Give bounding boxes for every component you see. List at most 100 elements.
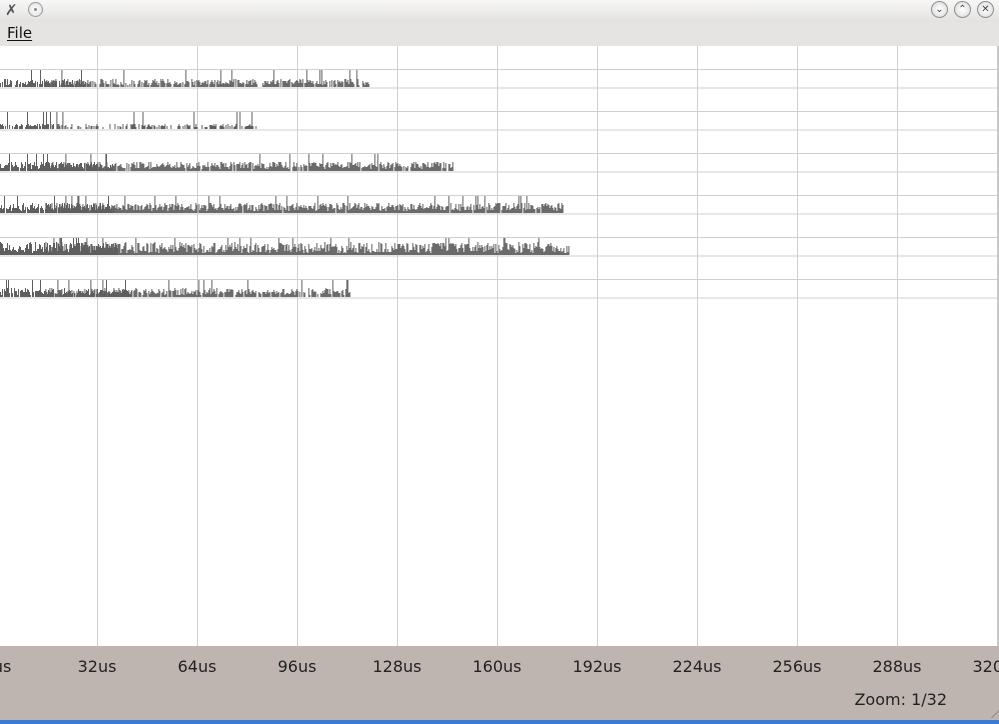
activity-sample xyxy=(536,247,538,255)
activity-sample xyxy=(489,205,491,213)
activity-sample xyxy=(25,248,26,255)
activity-sample xyxy=(427,162,429,171)
activity-sample xyxy=(280,210,282,213)
activity-sample xyxy=(79,85,81,87)
activity-sample xyxy=(351,154,353,171)
maximize-icon[interactable]: ⌃ xyxy=(954,1,971,18)
activity-sample xyxy=(182,82,184,87)
window-titlebar[interactable]: ✗ ⌄ ⌃ ✕ xyxy=(0,0,999,22)
activity-sample xyxy=(304,166,306,171)
activity-lane[interactable] xyxy=(0,238,570,255)
activity-sample xyxy=(106,84,108,87)
activity-sample xyxy=(286,168,288,171)
activity-lane[interactable] xyxy=(0,154,454,171)
activity-sample xyxy=(219,126,221,129)
activity-sample xyxy=(74,293,76,297)
activity-sample xyxy=(28,124,29,129)
close-icon[interactable]: ✕ xyxy=(977,1,994,18)
activity-sample xyxy=(366,243,368,255)
activity-sample xyxy=(310,81,312,87)
activity-sample xyxy=(153,167,155,171)
activity-sample xyxy=(558,203,560,213)
activity-sample xyxy=(327,244,329,255)
activity-sample xyxy=(420,206,422,213)
activity-sample xyxy=(483,252,485,255)
activity-sample xyxy=(213,243,215,255)
activity-sample xyxy=(180,162,182,171)
activity-sample xyxy=(536,208,538,213)
activity-sample xyxy=(252,205,254,213)
activity-sample xyxy=(215,124,217,129)
activity-lane[interactable] xyxy=(0,196,564,213)
activity-sample xyxy=(48,165,50,171)
activity-sample xyxy=(19,126,20,129)
activity-sample xyxy=(32,253,33,255)
activity-sample xyxy=(422,204,424,213)
activity-sample xyxy=(234,211,236,213)
activity-sample xyxy=(45,289,47,297)
activity-sample xyxy=(533,243,535,255)
activity-sample xyxy=(249,81,251,87)
activity-sample xyxy=(452,243,454,255)
activity-sample xyxy=(206,211,208,213)
activity-sample xyxy=(495,244,497,255)
activity-sample xyxy=(78,126,80,129)
activity-sample xyxy=(331,166,333,171)
activity-sample xyxy=(199,243,201,255)
activity-sample xyxy=(14,208,15,213)
activity-sample xyxy=(287,81,289,87)
menu-file[interactable]: File xyxy=(7,24,32,42)
activity-sample xyxy=(428,244,430,255)
activity-sample xyxy=(336,247,338,255)
timeline-canvas[interactable] xyxy=(0,46,997,646)
activity-sample xyxy=(316,243,318,255)
timeline-plot[interactable] xyxy=(0,46,999,646)
tools-icon[interactable]: ✗ xyxy=(5,2,21,18)
activity-sample xyxy=(42,124,43,129)
activity-sample xyxy=(333,208,335,213)
activity-sample xyxy=(230,204,232,213)
activity-sample xyxy=(460,204,462,213)
activity-sample xyxy=(166,250,168,255)
activity-sample xyxy=(20,247,21,255)
activity-sample xyxy=(34,125,35,129)
activity-sample xyxy=(161,125,163,129)
activity-sample xyxy=(315,83,317,87)
activity-sample xyxy=(28,164,29,171)
activity-lane[interactable] xyxy=(0,112,257,129)
activity-sample xyxy=(107,167,109,171)
activity-sample xyxy=(516,206,518,213)
activity-sample xyxy=(444,246,446,255)
activity-sample xyxy=(29,82,30,87)
activity-sample xyxy=(256,166,258,171)
activity-sample xyxy=(16,165,17,171)
activity-sample xyxy=(167,211,169,213)
activity-sample xyxy=(545,247,547,255)
activity-sample xyxy=(206,127,208,129)
pin-icon[interactable] xyxy=(28,2,43,17)
activity-sample xyxy=(404,249,406,255)
activity-sample xyxy=(197,81,199,87)
activity-sample xyxy=(521,203,523,213)
activity-sample xyxy=(409,250,411,255)
activity-sample xyxy=(327,162,329,171)
activity-sample xyxy=(315,163,317,171)
activity-sample xyxy=(120,127,122,129)
activity-sample xyxy=(283,245,285,255)
activity-sample xyxy=(555,248,557,255)
activity-sample xyxy=(53,238,55,255)
activity-sample xyxy=(142,112,144,129)
activity-sample xyxy=(131,125,133,129)
activity-sample xyxy=(347,280,349,297)
activity-sample xyxy=(198,162,200,171)
activity-sample xyxy=(31,244,32,255)
activity-sample xyxy=(330,294,332,297)
activity-sample xyxy=(128,204,130,213)
activity-sample xyxy=(280,162,282,171)
minimize-icon[interactable]: ⌄ xyxy=(931,1,948,18)
activity-sample xyxy=(336,165,338,171)
activity-lane[interactable] xyxy=(0,70,370,87)
activity-sample xyxy=(86,238,88,255)
activity-sample xyxy=(119,165,121,171)
activity-sample xyxy=(429,168,431,171)
